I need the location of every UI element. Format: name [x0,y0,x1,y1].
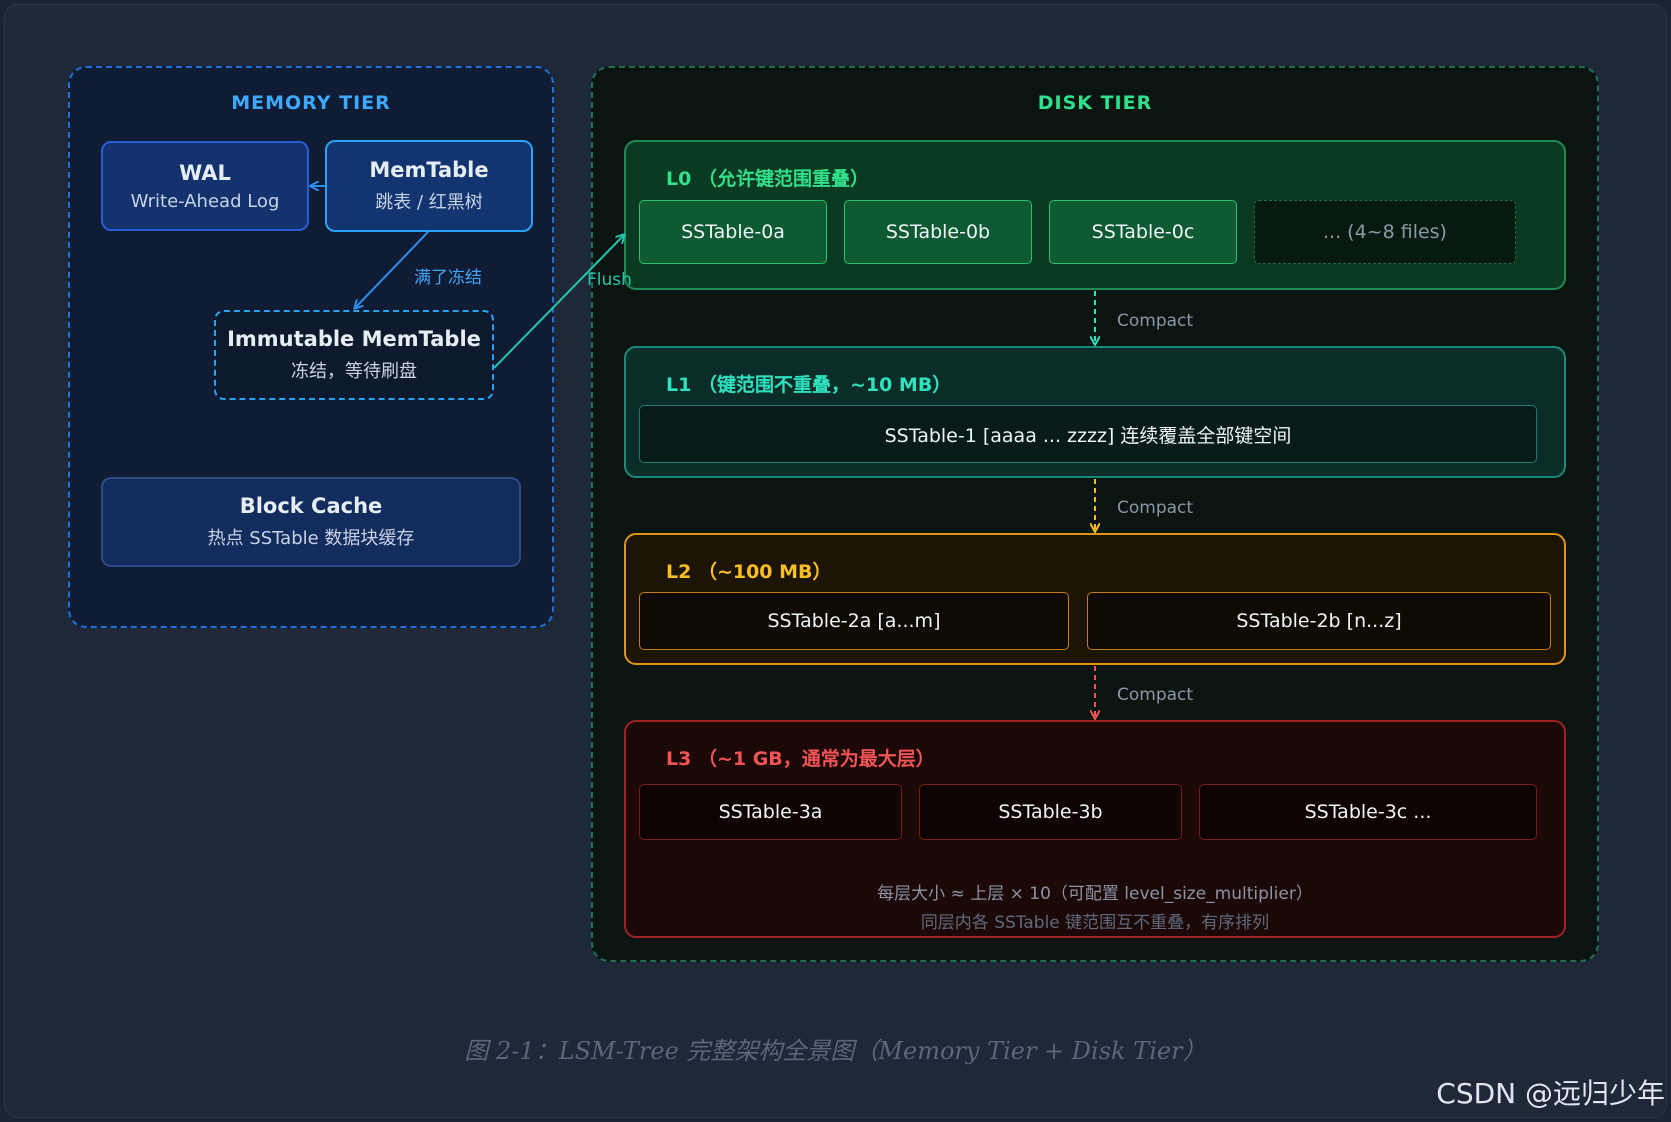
flush-arrow [493,235,624,369]
connector-arrows [0,0,1671,1122]
diagram-canvas: MEMORY TIER WAL Write-Ahead Log MemTable… [0,0,1671,1122]
watermark: CSDN @远归少年 [1436,1077,1665,1110]
figure-caption: 图 2-1：LSM-Tree 完整架构全景图（Memory Tier + Dis… [464,1037,1207,1065]
freeze-arrow [355,231,429,308]
